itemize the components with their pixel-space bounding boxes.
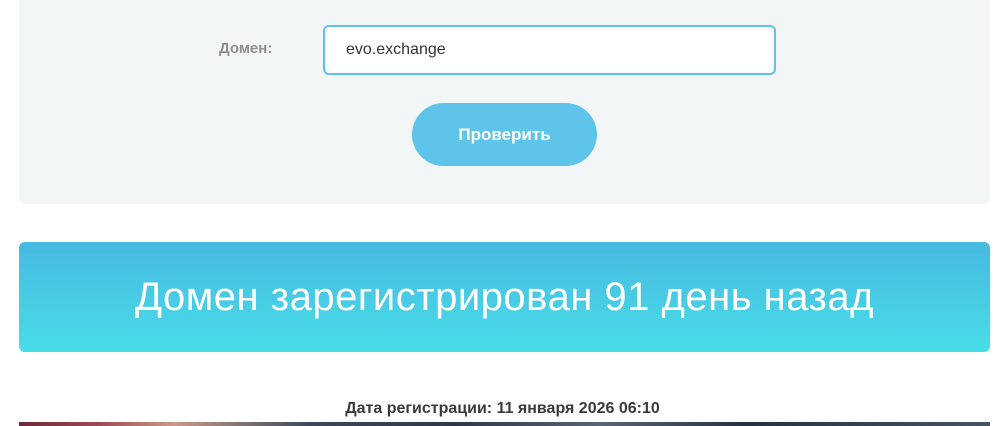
background-image	[19, 422, 990, 426]
page: Домен: Проверить Домен зарегистрирован 9…	[0, 0, 1005, 426]
check-button[interactable]: Проверить	[412, 103, 597, 166]
domain-check-form: Домен: Проверить	[19, 0, 990, 204]
domain-label: Домен:	[219, 40, 273, 57]
result-banner: Домен зарегистрирован 91 день назад	[19, 242, 990, 352]
domain-input[interactable]	[323, 25, 776, 75]
registration-date: Дата регистрации: 11 января 2026 06:10	[345, 400, 660, 417]
result-headline: Домен зарегистрирован 91 день назад	[135, 274, 874, 319]
